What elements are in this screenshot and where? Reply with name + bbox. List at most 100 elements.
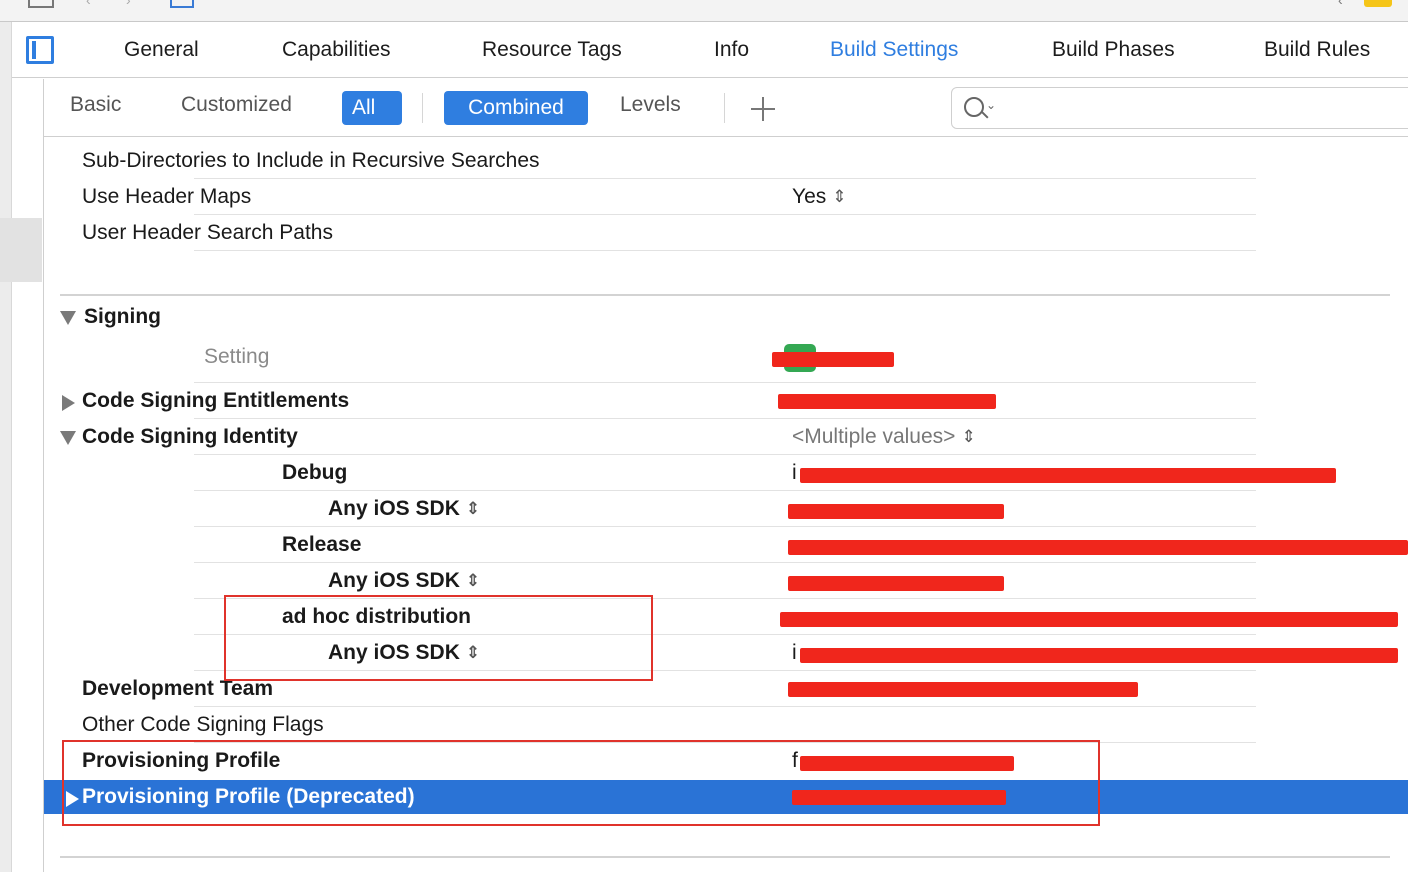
redaction-mark xyxy=(800,648,1398,663)
search-icon xyxy=(964,97,984,117)
redaction-mark xyxy=(778,394,996,409)
setting-row[interactable]: Any iOS SDK ⇕ xyxy=(44,564,1408,600)
sdk-name: Any iOS SDK ⇕ xyxy=(328,569,480,593)
setting-name: Code Signing Entitlements xyxy=(82,389,350,412)
setting-name: User Header Search Paths xyxy=(82,221,333,244)
setting-row[interactable]: Any iOS SDK ⇕ i xyxy=(44,636,1408,672)
stepper-icon[interactable]: ⇕ xyxy=(466,499,480,519)
row-divider xyxy=(194,178,1256,179)
project-file-icon[interactable] xyxy=(170,0,194,8)
setting-value[interactable]: <Multiple values> ⇕ xyxy=(792,425,976,449)
search-field[interactable]: ⌄ xyxy=(951,87,1408,129)
navigator-rail xyxy=(0,22,42,872)
filter-all-button[interactable]: All xyxy=(342,91,402,125)
setting-row[interactable]: Release xyxy=(44,528,1408,564)
setting-name: Provisioning Profile xyxy=(82,749,281,772)
row-divider xyxy=(194,526,1256,527)
setting-value[interactable]: f xyxy=(792,749,798,773)
tab-info[interactable]: Info xyxy=(714,38,749,62)
tab-build-settings[interactable]: Build Settings xyxy=(830,38,958,62)
row-divider xyxy=(194,418,1256,419)
filter-basic-button[interactable]: Basic xyxy=(70,93,121,117)
tab-build-rules[interactable]: Build Rules xyxy=(1264,38,1370,62)
filter-customized-button[interactable]: Customized xyxy=(181,93,292,117)
build-settings-filter-bar: Basic Customized All Combined Levels ⌄ xyxy=(44,79,1408,137)
row-divider xyxy=(194,454,1256,455)
redaction-mark xyxy=(792,790,1006,805)
row-divider xyxy=(194,706,1256,707)
row-divider xyxy=(194,490,1256,491)
row-divider xyxy=(194,634,1256,635)
row-divider xyxy=(194,598,1256,599)
row-divider xyxy=(194,214,1256,215)
redaction-mark xyxy=(800,468,1336,483)
setting-row[interactable]: Code Signing Entitlements xyxy=(44,384,1408,420)
sdk-label: Any iOS SDK xyxy=(328,569,460,592)
editor-tab-bar: General Capabilities Resource Tags Info … xyxy=(12,22,1408,78)
redaction-mark xyxy=(772,352,894,367)
warning-icon[interactable] xyxy=(1364,0,1392,7)
build-settings-table: Sub-Directories to Include in Recursive … xyxy=(44,138,1408,872)
redaction-mark xyxy=(788,504,1004,519)
row-divider xyxy=(194,742,1256,743)
row-divider xyxy=(194,382,1256,383)
tab-resource-tags[interactable]: Resource Tags xyxy=(482,38,622,62)
setting-row[interactable]: Other Code Signing Flags xyxy=(44,708,1408,744)
row-divider xyxy=(194,670,1256,671)
filter-separator xyxy=(422,93,423,123)
stepper-icon[interactable]: ⇕ xyxy=(466,643,480,663)
stepper-icon[interactable]: ⇕ xyxy=(961,427,975,447)
sidebar-toggle-icon[interactable] xyxy=(26,36,54,64)
setting-row[interactable]: ad hoc distribution xyxy=(44,600,1408,636)
redaction-mark xyxy=(780,612,1398,627)
disclosure-triangle-icon[interactable] xyxy=(60,431,76,445)
search-options-chevron-icon[interactable]: ⌄ xyxy=(986,98,996,112)
tab-general[interactable]: General xyxy=(124,38,199,62)
setting-name: Other Code Signing Flags xyxy=(82,713,324,736)
value-text: <Multiple values> xyxy=(792,425,956,448)
config-name: Release xyxy=(282,533,362,556)
setting-column-header: Setting xyxy=(204,345,270,368)
setting-row[interactable]: Debug i xyxy=(44,456,1408,492)
filter-separator xyxy=(724,93,725,123)
section-separator xyxy=(60,294,1390,296)
setting-row[interactable]: Use Header Maps Yes ⇕ xyxy=(44,180,1408,216)
disclosure-triangle-icon[interactable] xyxy=(66,791,79,807)
redaction-mark xyxy=(788,682,1138,697)
setting-value[interactable]: i xyxy=(792,641,797,665)
setting-row[interactable]: Provisioning Profile f xyxy=(44,744,1408,780)
section-header-signing[interactable]: Signing xyxy=(44,300,1408,336)
grid-icon[interactable] xyxy=(28,0,54,8)
setting-row[interactable]: User Header Search Paths xyxy=(44,216,1408,252)
setting-name: Code Signing Identity xyxy=(82,425,298,448)
setting-name: Sub-Directories to Include in Recursive … xyxy=(82,149,540,172)
sdk-name: Any iOS SDK ⇕ xyxy=(328,497,480,521)
tab-capabilities[interactable]: Capabilities xyxy=(282,38,391,62)
redaction-mark xyxy=(788,540,1408,555)
setting-value[interactable]: Yes ⇕ xyxy=(792,185,847,209)
setting-value[interactable]: i xyxy=(792,461,797,485)
redaction-mark xyxy=(800,756,1014,771)
setting-name: Use Header Maps xyxy=(82,185,252,208)
value-text: Yes xyxy=(792,185,827,208)
setting-name: Development Team xyxy=(82,677,273,700)
stepper-icon[interactable]: ⇕ xyxy=(832,187,846,207)
config-name: Debug xyxy=(282,461,348,484)
window-toolbar-strip: ‹ › ‹ xyxy=(0,0,1408,22)
setting-row[interactable]: Code Signing Identity <Multiple values> ⇕ xyxy=(44,420,1408,456)
row-divider xyxy=(194,562,1256,563)
redaction-mark xyxy=(788,576,1004,591)
disclosure-triangle-icon[interactable] xyxy=(62,395,75,411)
filter-levels-button[interactable]: Levels xyxy=(620,93,681,117)
setting-row[interactable]: Sub-Directories to Include in Recursive … xyxy=(44,144,1408,180)
setting-row-selected[interactable]: Provisioning Profile (Deprecated) xyxy=(44,780,1408,814)
tab-build-phases[interactable]: Build Phases xyxy=(1052,38,1175,62)
rail-selection xyxy=(0,218,42,282)
sdk-label: Any iOS SDK xyxy=(328,497,460,520)
setting-row[interactable]: Any iOS SDK ⇕ xyxy=(44,492,1408,528)
add-setting-plus-icon[interactable] xyxy=(750,96,776,122)
stepper-icon[interactable]: ⇕ xyxy=(466,571,480,591)
filter-combined-button[interactable]: Combined xyxy=(444,91,588,125)
setting-row[interactable]: Development Team xyxy=(44,672,1408,708)
disclosure-triangle-icon[interactable] xyxy=(60,311,76,325)
